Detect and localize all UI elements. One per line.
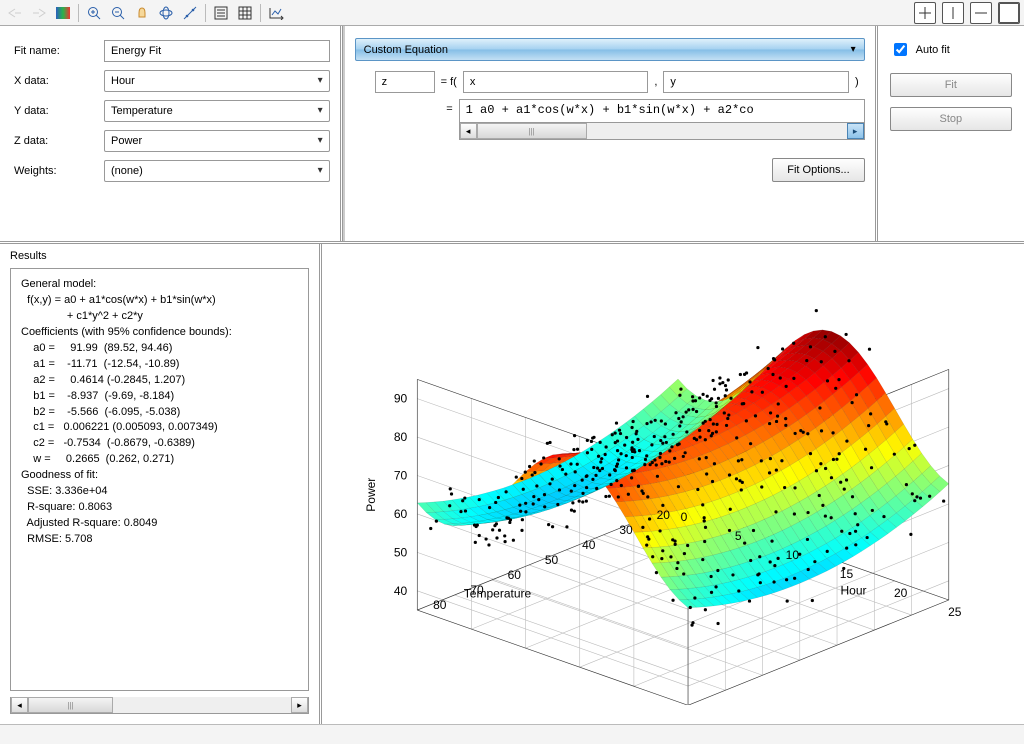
plot-svg: 405060708090051015202520304050607080Powe… xyxy=(322,244,1024,705)
results-line: General model: xyxy=(21,277,298,293)
zdata-select[interactable]: Power xyxy=(104,130,330,152)
svg-text:80: 80 xyxy=(433,598,447,612)
svg-text:Power: Power xyxy=(364,478,378,512)
nav-back-icon xyxy=(4,2,26,24)
fitname-label: Fit name: xyxy=(14,45,104,57)
svg-text:50: 50 xyxy=(545,553,559,567)
results-panel: Results General model: f(x,y) = a0 + a1*… xyxy=(0,244,322,724)
svg-text:Temperature: Temperature xyxy=(464,587,532,601)
lhs-input[interactable] xyxy=(375,71,435,93)
results-header: Results xyxy=(0,244,319,264)
svg-text:5: 5 xyxy=(735,529,742,543)
fitname-input[interactable] xyxy=(104,40,330,62)
ydata-select[interactable]: Temperature xyxy=(104,100,330,122)
data-cursor-icon[interactable] xyxy=(179,2,201,24)
svg-text:30: 30 xyxy=(619,523,633,537)
results-line: Adjusted R-square: 0.8049 xyxy=(21,516,298,532)
svg-text:50: 50 xyxy=(394,545,408,559)
status-bar xyxy=(0,724,1024,744)
xdata-select[interactable]: Hour xyxy=(104,70,330,92)
results-line: a1 = -11.71 (-12.54, -10.89) xyxy=(21,357,298,373)
arg1-input[interactable] xyxy=(463,71,649,93)
svg-text:20: 20 xyxy=(657,508,671,522)
results-line: + c1*y^2 + c2*y xyxy=(21,309,298,325)
svg-text:0: 0 xyxy=(681,510,688,524)
results-line: f(x,y) = a0 + a1*cos(w*x) + b1*sin(w*x) xyxy=(21,293,298,309)
comma-token: , xyxy=(654,76,657,88)
eq-func-open: = f( xyxy=(441,76,457,88)
surface-plot-icon[interactable] xyxy=(52,2,74,24)
svg-text:90: 90 xyxy=(394,392,408,406)
svg-text:Hour: Hour xyxy=(840,583,866,597)
arg2-input[interactable] xyxy=(663,71,849,93)
equation-panel: Custom Equation = f( , ) = 1 a0 + a1*cos… xyxy=(343,26,878,241)
rotate-3d-icon[interactable] xyxy=(155,2,177,24)
scroll-left-icon[interactable]: ◂ xyxy=(460,123,477,139)
toolbar xyxy=(0,0,1024,26)
scroll-thumb[interactable]: ||| xyxy=(28,697,113,713)
results-text: General model: f(x,y) = a0 + a1*cos(w*x)… xyxy=(10,268,309,691)
xdata-label: X data: xyxy=(14,75,104,87)
fit-type-select[interactable]: Custom Equation xyxy=(355,38,865,61)
svg-text:60: 60 xyxy=(394,507,408,521)
surface-plot[interactable]: 405060708090051015202520304050607080Powe… xyxy=(322,244,1024,724)
nav-fwd-icon xyxy=(28,2,50,24)
layout-1x2-icon[interactable] xyxy=(942,2,964,24)
svg-text:80: 80 xyxy=(394,430,408,444)
results-line: Goodness of fit: xyxy=(21,468,298,484)
results-line: b2 = -5.566 (-6.095, -5.038) xyxy=(21,405,298,421)
equation-body-input[interactable]: 1 a0 + a1*cos(w*x) + b1*sin(w*x) + a2*co xyxy=(459,99,865,123)
results-line: c2 = -0.7534 (-0.8679, -0.6389) xyxy=(21,436,298,452)
results-hscroll[interactable]: ◂ ||| ▸ xyxy=(10,697,309,714)
legend-icon[interactable] xyxy=(210,2,232,24)
svg-text:40: 40 xyxy=(582,538,596,552)
svg-text:40: 40 xyxy=(394,584,408,598)
autofit-checkbox[interactable]: Auto fit xyxy=(890,40,1012,59)
results-line: SSE: 3.336e+04 xyxy=(21,484,298,500)
pan-icon[interactable] xyxy=(131,2,153,24)
zoom-in-icon[interactable] xyxy=(83,2,105,24)
results-line: b1 = -8.937 (-9.69, -8.184) xyxy=(21,389,298,405)
fit-button[interactable]: Fit xyxy=(890,73,1012,97)
fit-control-panel: Auto fit Fit Stop xyxy=(878,26,1024,241)
scroll-right-icon[interactable]: ▸ xyxy=(291,697,308,713)
fit-config-pane: Fit name: X data: Hour Y data: Temperatu… xyxy=(0,26,1024,244)
layout-2x1-icon[interactable] xyxy=(970,2,992,24)
results-line: RMSE: 5.708 xyxy=(21,532,298,548)
data-selection-panel: Fit name: X data: Hour Y data: Temperatu… xyxy=(0,26,343,241)
grid-icon[interactable] xyxy=(234,2,256,24)
stop-button[interactable]: Stop xyxy=(890,107,1012,131)
layout-1x1-icon[interactable] xyxy=(998,2,1020,24)
svg-text:10: 10 xyxy=(786,548,800,562)
scroll-thumb[interactable]: ||| xyxy=(477,123,587,139)
scroll-left-icon[interactable]: ◂ xyxy=(11,697,28,713)
zoom-out-icon[interactable] xyxy=(107,2,129,24)
equation-hscroll[interactable]: ◂ ||| ▸ xyxy=(459,123,865,140)
weights-select[interactable]: (none) xyxy=(104,160,330,182)
results-line: w = 0.2665 (0.262, 0.271) xyxy=(21,452,298,468)
results-and-plot: Results General model: f(x,y) = a0 + a1*… xyxy=(0,244,1024,724)
results-line: c1 = 0.006221 (0.005093, 0.007349) xyxy=(21,420,298,436)
results-line: R-square: 0.8063 xyxy=(21,500,298,516)
fit-options-button[interactable]: Fit Options... xyxy=(772,158,864,182)
svg-text:70: 70 xyxy=(394,469,408,483)
results-line: Coefficients (with 95% confidence bounds… xyxy=(21,325,298,341)
eq-equals: = xyxy=(355,99,459,115)
results-line: a2 = 0.4614 (-0.2845, 1.207) xyxy=(21,373,298,389)
svg-text:15: 15 xyxy=(840,567,854,581)
ydata-label: Y data: xyxy=(14,105,104,117)
results-line: a0 = 91.99 (89.52, 94.46) xyxy=(21,341,298,357)
svg-text:60: 60 xyxy=(508,568,522,582)
weights-label: Weights: xyxy=(14,165,104,177)
zdata-label: Z data: xyxy=(14,135,104,147)
axes-limits-icon[interactable] xyxy=(265,2,287,24)
scroll-right-icon[interactable]: ▸ xyxy=(847,123,864,139)
svg-text:25: 25 xyxy=(948,605,962,619)
layout-2x2-icon[interactable] xyxy=(914,2,936,24)
rparen-token: ) xyxy=(855,76,859,88)
svg-text:20: 20 xyxy=(894,586,908,600)
